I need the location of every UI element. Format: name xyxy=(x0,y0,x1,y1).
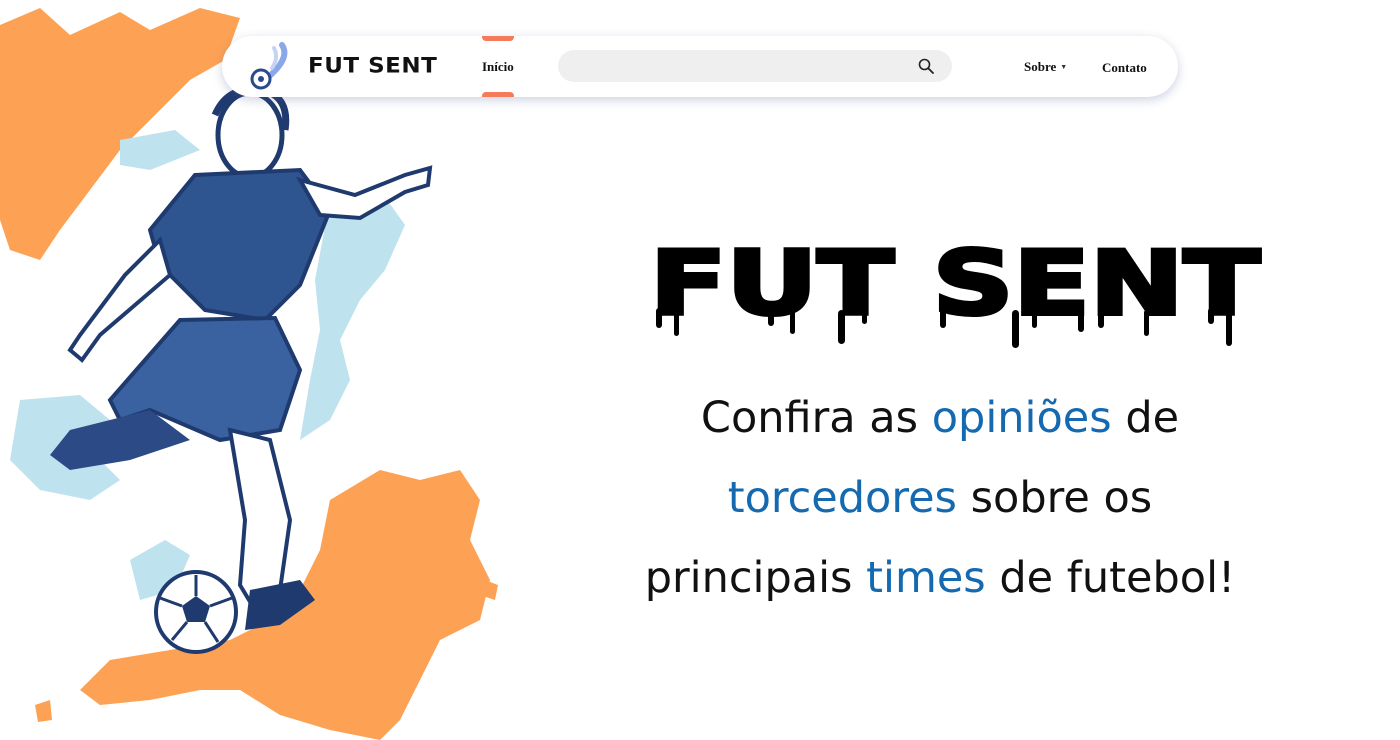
tagline-line-2: torcedores sobre os xyxy=(600,458,1280,538)
tagline-highlight: times xyxy=(866,553,986,603)
tagline-highlight: opiniões xyxy=(931,393,1112,443)
brand[interactable]: FUT SENT xyxy=(244,42,437,90)
tagline-text: principais xyxy=(644,553,853,603)
nav-active-indicator-bottom xyxy=(482,92,514,97)
nav-link-inicio[interactable]: Início xyxy=(480,36,516,97)
comet-ball-icon xyxy=(250,42,288,90)
nav-link-sobre-label: Sobre xyxy=(1024,59,1057,74)
soccer-ball-icon xyxy=(154,570,238,654)
nav-link-contato[interactable]: Contato xyxy=(1102,60,1147,76)
tagline-text: de futebol! xyxy=(999,553,1236,603)
hero-illustration xyxy=(0,8,498,740)
tagline-line-1: Confira as opiniões de xyxy=(600,378,1280,458)
chevron-down-icon: ▼ xyxy=(1060,63,1068,71)
tagline-text: sobre os xyxy=(970,473,1153,523)
tagline-text: de xyxy=(1125,393,1180,443)
tagline-highlight: torcedores xyxy=(727,473,957,523)
tagline-line-3: principais times de futebol! xyxy=(600,538,1280,618)
brand-name: FUT SENT xyxy=(308,54,438,78)
hero-title-text: FUT SENT xyxy=(650,238,1260,335)
search-icon[interactable] xyxy=(918,58,934,74)
hero-tagline: Confira as opiniões de torcedores sobre … xyxy=(600,378,1280,618)
nav-active-indicator-top xyxy=(482,36,514,41)
tagline-text: Confira as xyxy=(700,393,919,443)
hero-title: FUT SENT xyxy=(648,238,1262,348)
nav-link-inicio-label: Início xyxy=(482,59,514,74)
top-navbar: FUT SENT Início Sobre ▼ Contato xyxy=(222,36,1178,97)
nav-link-sobre[interactable]: Sobre ▼ xyxy=(1024,59,1067,75)
search-input[interactable] xyxy=(558,50,952,82)
